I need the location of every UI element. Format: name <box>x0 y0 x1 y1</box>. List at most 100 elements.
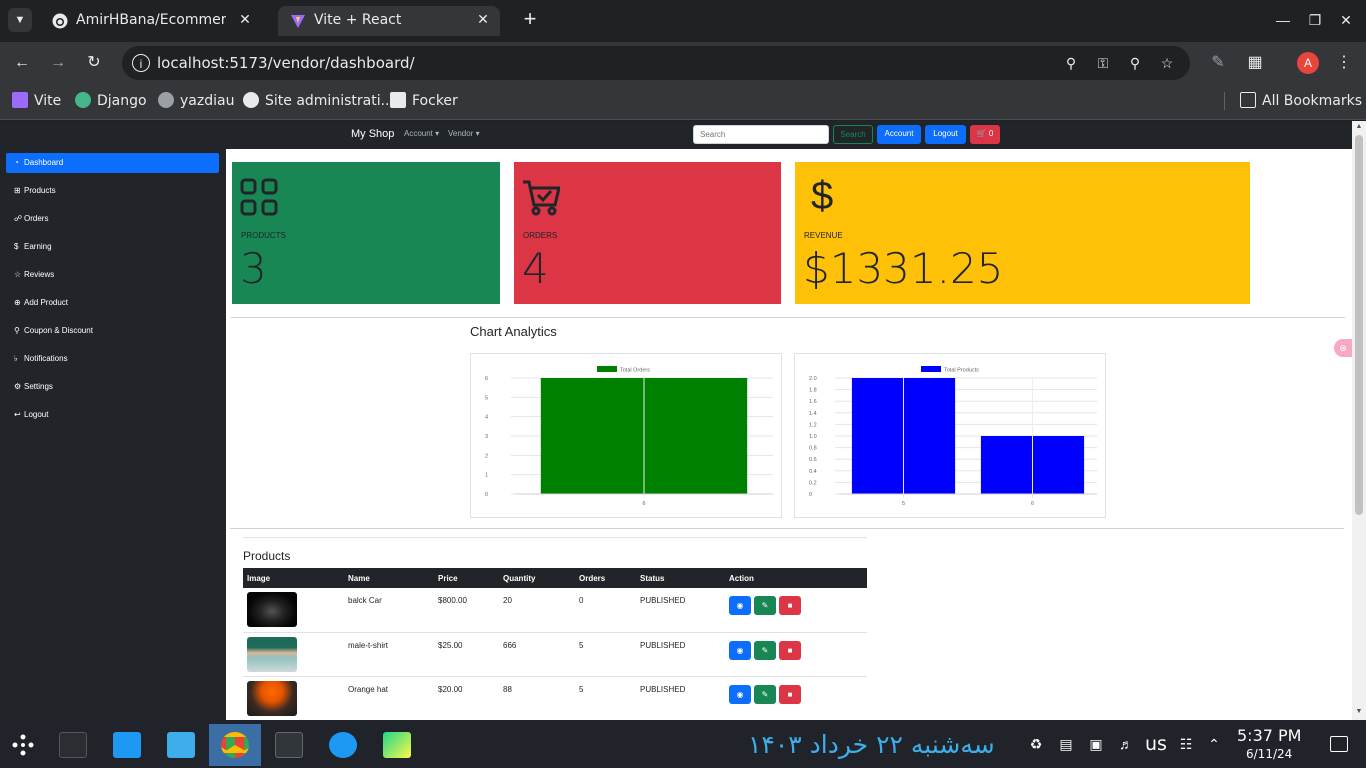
clock-date[interactable]: 6/11/24 <box>1246 747 1292 761</box>
taskbar-settings[interactable] <box>51 724 95 766</box>
wifi-icon[interactable]: ☷ <box>1178 736 1194 752</box>
view-button[interactable]: ◉ <box>729 596 751 615</box>
caret-down-icon: ▾ <box>435 129 440 138</box>
key-icon[interactable]: ⚿ <box>1094 54 1112 72</box>
eye-icon: ◉ <box>736 689 744 699</box>
scroll-down-icon[interactable]: ▼ <box>1355 708 1363 715</box>
product-thumbnail[interactable] <box>247 636 297 672</box>
sidebar-item-logout[interactable]: ↩ Logout <box>6 405 219 425</box>
delete-button[interactable]: ■ <box>779 684 801 704</box>
product-actions: ◉ ✎ ■ <box>725 676 867 720</box>
bookmark-focker[interactable]: Focker <box>390 92 458 112</box>
location-icon[interactable]: ⚲ <box>1062 54 1080 72</box>
y-tick-label: 3 <box>485 434 488 440</box>
bookmark-django[interactable]: Django <box>75 92 147 112</box>
close-window-icon[interactable]: ✕ <box>1336 10 1356 30</box>
clipboard-icon[interactable]: ▤ <box>1058 736 1074 752</box>
edit-icon[interactable]: ✎ <box>1206 51 1230 75</box>
taskbar-store[interactable] <box>105 724 149 766</box>
col-image: Image <box>243 568 344 588</box>
keyboard-layout[interactable]: us <box>1145 733 1167 755</box>
tab-vite-react[interactable]: Vite + React ✕ <box>278 6 500 36</box>
sidebar-item-settings[interactable]: ⚙ Settings <box>6 377 219 397</box>
sidebar-item-earning[interactable]: $ Earning <box>6 237 219 257</box>
taskbar-chrome[interactable] <box>209 724 261 766</box>
translate-widget[interactable]: ⊛ <box>1334 339 1352 357</box>
show-desktop-icon[interactable] <box>1330 736 1348 752</box>
bookmark-vite[interactable]: Vite <box>12 92 61 112</box>
scroll-thumb[interactable] <box>1355 135 1363 515</box>
sidebar-item-add-product[interactable]: ⊕ Add Product <box>6 293 219 313</box>
cart-icon: 🛒 <box>976 129 987 138</box>
sidebar-item-dashboard[interactable]: ◔ Dashboard <box>6 153 219 173</box>
restore-icon[interactable]: ❐ <box>1305 10 1325 30</box>
vault-icon[interactable]: ▣ <box>1088 736 1104 752</box>
app-launcher-icon[interactable] <box>10 732 36 758</box>
sidebar-item-notifications[interactable]: ♭ Notifications <box>6 349 219 369</box>
view-button[interactable]: ◉ <box>729 640 751 660</box>
edit-button[interactable]: ✎ <box>754 596 776 615</box>
account-dropdown[interactable]: Account ▾ <box>404 129 439 138</box>
all-bookmarks[interactable]: All Bookmarks <box>1240 92 1362 112</box>
close-icon[interactable]: ✕ <box>236 11 254 29</box>
search-input[interactable] <box>693 125 829 144</box>
search-button[interactable]: Search <box>833 125 873 144</box>
star-icon[interactable]: ☆ <box>1158 54 1176 72</box>
vendor-dropdown[interactable]: Vendor ▾ <box>448 129 480 138</box>
url-text[interactable]: localhost:5173/vendor/dashboard/ <box>157 54 415 72</box>
col-name: Name <box>344 568 434 588</box>
persian-date[interactable]: سه‌شنبه ۲۲ خرداد ۱۴۰۳ <box>748 730 995 759</box>
product-thumbnail[interactable] <box>247 680 297 716</box>
delete-button[interactable]: ■ <box>779 596 801 615</box>
volume-icon[interactable]: ♬ <box>1118 736 1134 752</box>
y-tick-label: 0.2 <box>809 480 817 486</box>
taskbar-terminal[interactable] <box>267 724 311 766</box>
chevron-up-icon[interactable]: ⌃ <box>1206 736 1222 752</box>
product-thumbnail[interactable] <box>247 592 297 627</box>
sidebar-item-reviews[interactable]: ☆ Reviews <box>6 265 219 285</box>
brand[interactable]: My Shop <box>351 128 394 140</box>
sidebar-item-coupon[interactable]: ⚲ Coupon & Discount <box>6 321 219 341</box>
product-price: $800.00 <box>434 588 499 633</box>
scroll-up-icon[interactable]: ▲ <box>1355 123 1363 130</box>
products-title: Products <box>243 549 291 563</box>
logout-button[interactable]: Logout <box>925 125 966 144</box>
taskbar-pycharm[interactable] <box>375 724 419 766</box>
tab-search-button[interactable]: ▼ <box>8 8 32 32</box>
card-label: ORDERS <box>523 231 558 240</box>
menu-icon[interactable]: ⋮ <box>1332 51 1356 75</box>
sidebar-item-products[interactable]: ⊞ Products <box>6 181 219 201</box>
view-button[interactable]: ◉ <box>729 684 751 704</box>
forward-icon[interactable]: → <box>46 51 70 75</box>
trash-icon: ■ <box>787 601 793 610</box>
extensions-icon[interactable]: ▦ <box>1243 51 1267 75</box>
vite-icon <box>12 92 28 108</box>
edit-button[interactable]: ✎ <box>754 684 776 704</box>
clock-time[interactable]: 5:37 PM <box>1237 726 1301 745</box>
taskbar-files[interactable] <box>159 724 203 766</box>
account-button[interactable]: Account <box>877 125 921 144</box>
taskbar-browser[interactable] <box>321 724 365 766</box>
edit-button[interactable]: ✎ <box>754 640 776 660</box>
profile-avatar[interactable]: A <box>1297 52 1319 74</box>
cart-button[interactable]: 🛒 0 <box>970 125 1000 144</box>
delete-button[interactable]: ■ <box>779 640 801 660</box>
address-bar[interactable]: i localhost:5173/vendor/dashboard/ ⚲ ⚿ ⚲… <box>122 46 1190 80</box>
site-info-icon[interactable]: i <box>132 54 150 72</box>
reload-icon[interactable]: ↻ <box>82 51 106 75</box>
minimize-icon[interactable]: — <box>1273 10 1293 30</box>
close-icon[interactable]: ✕ <box>474 11 492 29</box>
tab-github[interactable]: AmirHBana/Ecommerce-Store ✕ <box>40 6 262 36</box>
bookmark-yazdiau[interactable]: yazdiau <box>158 92 234 112</box>
product-orders: 5 <box>575 632 636 677</box>
vite-icon <box>291 15 305 28</box>
zoom-icon[interactable]: ⚲ <box>1126 54 1144 72</box>
bookmark-site-admin[interactable]: Site administrati... <box>243 92 394 112</box>
back-icon[interactable]: ← <box>10 51 34 75</box>
speedometer-icon: ◔ <box>14 158 19 167</box>
update-icon[interactable]: ♻ <box>1028 736 1044 752</box>
new-tab-button[interactable]: + <box>518 8 542 32</box>
sidebar-item-orders[interactable]: ☍ Orders <box>6 209 219 229</box>
page-scrollbar[interactable]: ▲ ▼ <box>1352 121 1366 720</box>
eye-icon: ◉ <box>736 645 744 655</box>
